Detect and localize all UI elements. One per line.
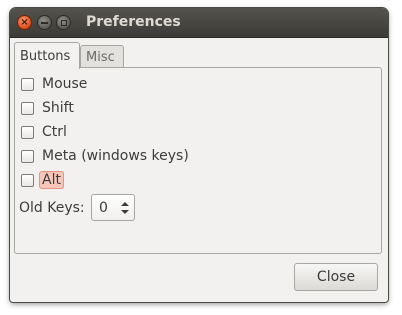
- checkbox-alt-label[interactable]: Alt: [39, 171, 64, 189]
- tab-buttons[interactable]: Buttons: [14, 42, 80, 69]
- preferences-window: × Preferences Buttons Misc Mouse Shift C…: [10, 8, 388, 302]
- old-keys-value[interactable]: 0: [99, 200, 108, 216]
- maximize-icon: [60, 19, 67, 26]
- arrow-down-icon[interactable]: [121, 210, 129, 214]
- window-close-button[interactable]: ×: [17, 15, 32, 30]
- minimize-icon: [41, 21, 48, 24]
- checkbox-ctrl[interactable]: [21, 125, 34, 139]
- window-title: Preferences: [86, 14, 181, 30]
- checkbox-mouse-row[interactable]: Mouse: [21, 74, 87, 94]
- checkbox-ctrl-row[interactable]: Ctrl: [21, 122, 67, 142]
- checkbox-mouse-label[interactable]: Mouse: [42, 76, 87, 92]
- title-bar[interactable]: × Preferences: [10, 8, 388, 38]
- checkbox-alt[interactable]: [21, 173, 34, 187]
- close-button[interactable]: Close: [294, 263, 378, 291]
- spinner-arrows-icon[interactable]: [121, 200, 129, 216]
- close-icon: ×: [20, 16, 29, 28]
- checkbox-shift-label[interactable]: Shift: [42, 100, 74, 116]
- arrow-up-icon[interactable]: [121, 202, 129, 206]
- checkbox-shift-row[interactable]: Shift: [21, 98, 74, 118]
- checkbox-alt-row[interactable]: Alt: [21, 170, 64, 190]
- old-keys-label: Old Keys:: [19, 200, 85, 216]
- tab-misc[interactable]: Misc: [80, 45, 124, 68]
- checkbox-meta-row[interactable]: Meta (windows keys): [21, 146, 189, 166]
- checkbox-mouse[interactable]: [21, 77, 34, 91]
- checkbox-meta[interactable]: [21, 149, 34, 163]
- window-maximize-button[interactable]: [56, 15, 71, 30]
- old-keys-spinner[interactable]: 0: [91, 194, 135, 221]
- checkbox-ctrl-label[interactable]: Ctrl: [42, 124, 67, 140]
- checkbox-meta-label[interactable]: Meta (windows keys): [42, 148, 189, 164]
- buttons-tab-panel: Mouse Shift Ctrl Meta (windows keys) Alt…: [14, 67, 382, 254]
- checkbox-shift[interactable]: [21, 101, 34, 115]
- window-minimize-button[interactable]: [37, 15, 52, 30]
